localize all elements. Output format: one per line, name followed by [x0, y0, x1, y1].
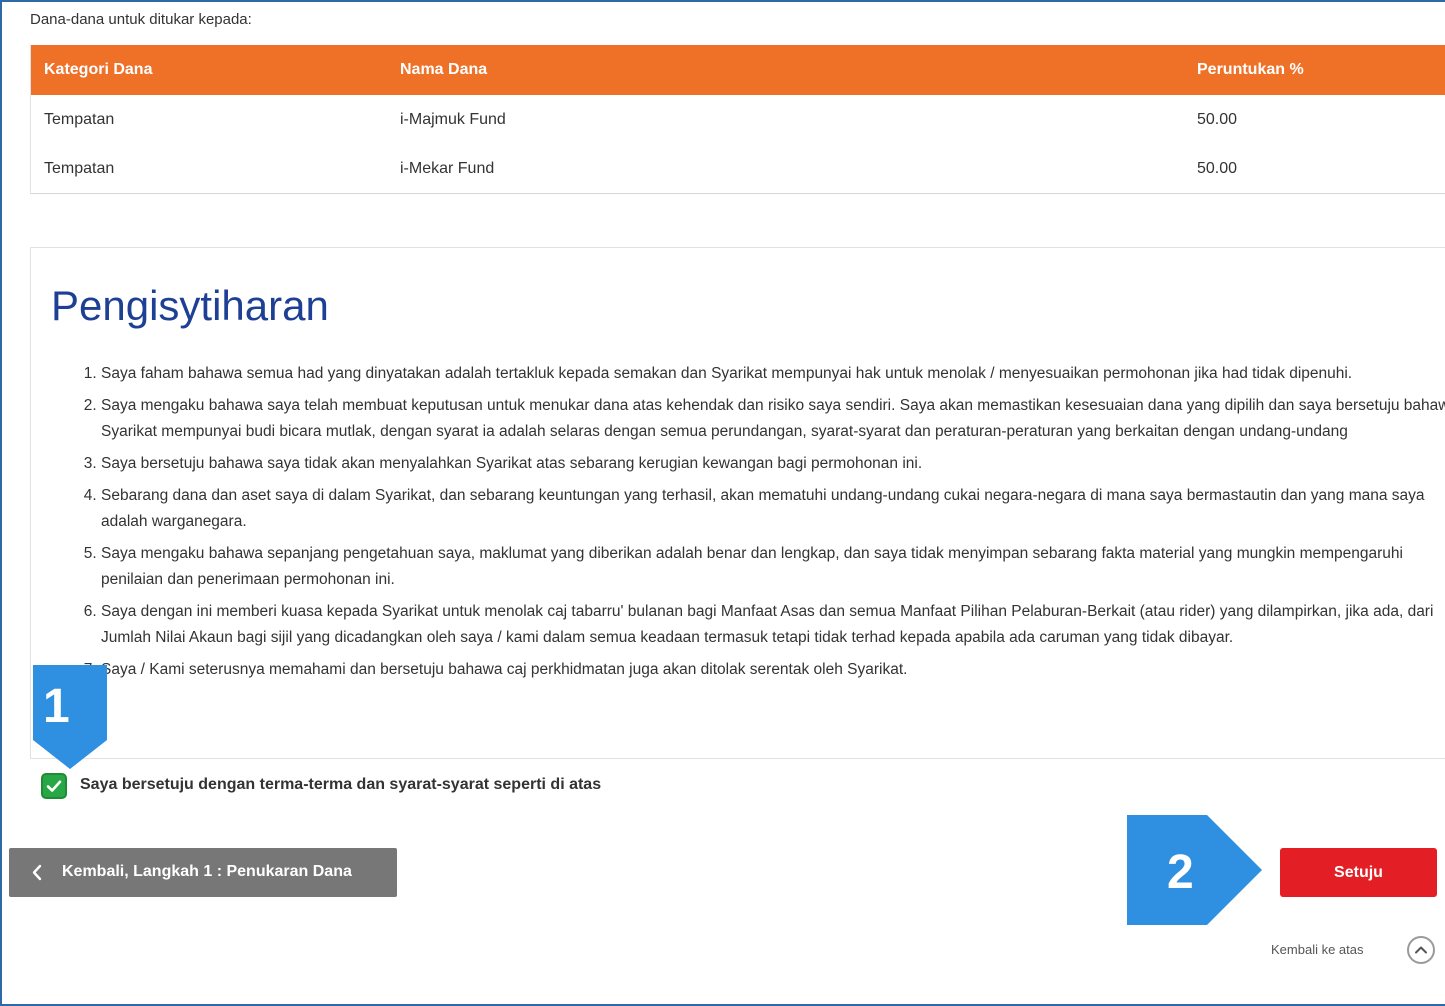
agree-checkbox-label[interactable]: Saya bersetuju dengan terma-terma dan sy…: [80, 776, 601, 794]
cell-kategori: Tempatan: [44, 111, 115, 128]
header-peruntukan: Peruntukan %: [1197, 61, 1304, 78]
declaration-item: Saya dengan ini memberi kuasa kepada Sya…: [101, 599, 1445, 651]
chevron-left-icon: [32, 864, 42, 881]
table-row: Tempatan i-Majmuk Fund 50.00: [31, 95, 1445, 144]
callout-number: 2: [1167, 846, 1194, 899]
callout-marker-1: 1: [33, 665, 107, 769]
cell-nama: i-Mekar Fund: [400, 160, 495, 177]
fund-table: Kategori Dana Nama Dana Peruntukan % Tem…: [30, 45, 1445, 194]
back-step-button[interactable]: Kembali, Langkah 1 : Penukaran Dana: [9, 848, 397, 897]
declaration-panel[interactable]: Pengisytiharan Saya faham bahawa semua h…: [30, 247, 1445, 759]
back-step-label: Kembali, Langkah 1 : Penukaran Dana: [62, 863, 352, 880]
agree-button[interactable]: Setuju: [1280, 848, 1437, 897]
declaration-title: Pengisytiharan: [51, 282, 329, 329]
declaration-item: Sebarang dana dan aset saya di dalam Sya…: [101, 483, 1445, 535]
table-row: Tempatan i-Mekar Fund 50.00: [31, 144, 1445, 193]
declaration-list: Saya faham bahawa semua had yang dinyata…: [66, 361, 1445, 689]
callout-marker-2: 2: [1127, 815, 1262, 925]
back-to-top-link[interactable]: Kembali ke atas: [1271, 942, 1364, 957]
chevron-up-icon[interactable]: [1407, 936, 1435, 964]
callout-arrow-right-shape: [1127, 815, 1262, 925]
chevron-up-glyph: [1415, 946, 1427, 954]
declaration-item: Saya mengaku bahawa saya telah membuat k…: [101, 393, 1445, 445]
declaration-item: Saya bersetuju bahawa saya tidak akan me…: [101, 451, 1445, 477]
declaration-item: Saya / Kami seterusnya memahami dan bers…: [101, 657, 1445, 683]
fund-table-header: Kategori Dana Nama Dana Peruntukan %: [31, 45, 1445, 95]
section-title: Dana-dana untuk ditukar kepada:: [30, 11, 252, 28]
callout-number: 1: [43, 680, 70, 733]
cell-peruntukan: 50.00: [1197, 160, 1238, 177]
header-nama: Nama Dana: [400, 61, 488, 78]
cell-kategori: Tempatan: [44, 160, 115, 177]
checkmark-icon: [46, 780, 62, 792]
cell-nama: i-Majmuk Fund: [400, 111, 506, 128]
cell-peruntukan: 50.00: [1197, 111, 1238, 128]
declaration-item: Saya mengaku bahawa sepanjang pengetahua…: [101, 541, 1445, 593]
declaration-item: Saya faham bahawa semua had yang dinyata…: [101, 361, 1445, 387]
agree-checkbox[interactable]: [41, 773, 67, 799]
header-kategori: Kategori Dana: [44, 61, 153, 78]
